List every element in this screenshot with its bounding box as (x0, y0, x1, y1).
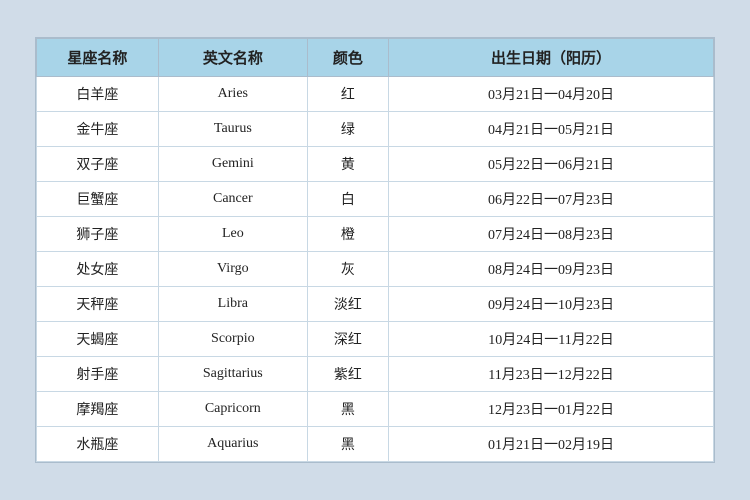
cell-date: 09月24日一10月23日 (389, 287, 714, 322)
cell-cn: 狮子座 (37, 217, 159, 252)
cell-en: Virgo (158, 252, 307, 287)
cell-en: Libra (158, 287, 307, 322)
cell-en: Gemini (158, 147, 307, 182)
cell-color: 黄 (307, 147, 388, 182)
cell-cn: 白羊座 (37, 77, 159, 112)
cell-color: 紫红 (307, 357, 388, 392)
cell-date: 01月21日一02月19日 (389, 427, 714, 462)
cell-en: Scorpio (158, 322, 307, 357)
cell-cn: 金牛座 (37, 112, 159, 147)
table-row: 狮子座Leo橙07月24日一08月23日 (37, 217, 714, 252)
header-color: 颜色 (307, 39, 388, 77)
cell-date: 12月23日一01月22日 (389, 392, 714, 427)
cell-date: 07月24日一08月23日 (389, 217, 714, 252)
table-row: 白羊座Aries红03月21日一04月20日 (37, 77, 714, 112)
cell-color: 灰 (307, 252, 388, 287)
table-row: 水瓶座Aquarius黑01月21日一02月19日 (37, 427, 714, 462)
cell-en: Aquarius (158, 427, 307, 462)
cell-cn: 水瓶座 (37, 427, 159, 462)
cell-color: 黑 (307, 392, 388, 427)
header-cn: 星座名称 (37, 39, 159, 77)
cell-cn: 处女座 (37, 252, 159, 287)
cell-en: Sagittarius (158, 357, 307, 392)
cell-cn: 巨蟹座 (37, 182, 159, 217)
zodiac-table: 星座名称 英文名称 颜色 出生日期（阳历） 白羊座Aries红03月21日一04… (36, 38, 714, 462)
cell-color: 黑 (307, 427, 388, 462)
cell-color: 深红 (307, 322, 388, 357)
table-header-row: 星座名称 英文名称 颜色 出生日期（阳历） (37, 39, 714, 77)
cell-en: Taurus (158, 112, 307, 147)
cell-date: 08月24日一09月23日 (389, 252, 714, 287)
cell-color: 淡红 (307, 287, 388, 322)
cell-date: 10月24日一11月22日 (389, 322, 714, 357)
table-row: 射手座Sagittarius紫红11月23日一12月22日 (37, 357, 714, 392)
table-row: 天秤座Libra淡红09月24日一10月23日 (37, 287, 714, 322)
table-row: 双子座Gemini黄05月22日一06月21日 (37, 147, 714, 182)
table-row: 天蝎座Scorpio深红10月24日一11月22日 (37, 322, 714, 357)
cell-color: 白 (307, 182, 388, 217)
cell-date: 05月22日一06月21日 (389, 147, 714, 182)
cell-date: 06月22日一07月23日 (389, 182, 714, 217)
cell-color: 橙 (307, 217, 388, 252)
cell-date: 03月21日一04月20日 (389, 77, 714, 112)
cell-color: 绿 (307, 112, 388, 147)
cell-cn: 双子座 (37, 147, 159, 182)
table-row: 巨蟹座Cancer白06月22日一07月23日 (37, 182, 714, 217)
cell-date: 04月21日一05月21日 (389, 112, 714, 147)
cell-en: Aries (158, 77, 307, 112)
cell-en: Leo (158, 217, 307, 252)
header-en: 英文名称 (158, 39, 307, 77)
table-row: 摩羯座Capricorn黑12月23日一01月22日 (37, 392, 714, 427)
table-row: 金牛座Taurus绿04月21日一05月21日 (37, 112, 714, 147)
cell-cn: 摩羯座 (37, 392, 159, 427)
cell-cn: 天秤座 (37, 287, 159, 322)
header-date: 出生日期（阳历） (389, 39, 714, 77)
cell-cn: 射手座 (37, 357, 159, 392)
cell-en: Cancer (158, 182, 307, 217)
cell-color: 红 (307, 77, 388, 112)
table-row: 处女座Virgo灰08月24日一09月23日 (37, 252, 714, 287)
zodiac-table-container: 星座名称 英文名称 颜色 出生日期（阳历） 白羊座Aries红03月21日一04… (35, 37, 715, 463)
cell-cn: 天蝎座 (37, 322, 159, 357)
cell-date: 11月23日一12月22日 (389, 357, 714, 392)
cell-en: Capricorn (158, 392, 307, 427)
